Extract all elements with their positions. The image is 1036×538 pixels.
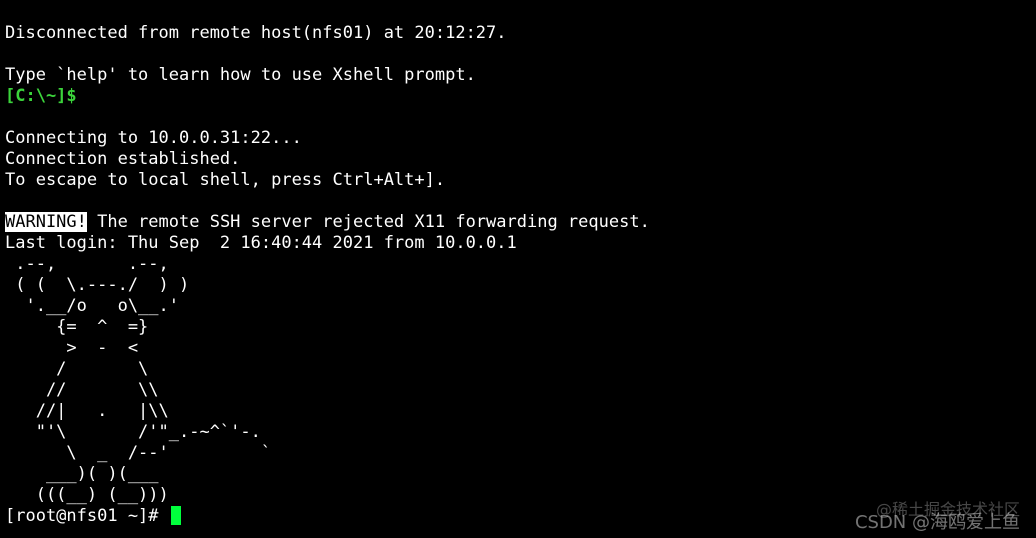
- ascii-art-line: "'\ /'"_.-~^`'-.: [5, 422, 261, 442]
- ascii-art-line: '.__/o o\__.': [5, 296, 179, 316]
- connection-established-message: Connection established.: [5, 149, 241, 169]
- disconnect-message: Disconnected from remote host(nfs01) at …: [5, 23, 507, 43]
- text-cursor: [170, 506, 181, 525]
- escape-hint-message: To escape to local shell, press Ctrl+Alt…: [5, 170, 446, 190]
- ascii-art-line: {= ^ =}: [5, 317, 149, 337]
- warning-line: WARNING! The remote SSH server rejected …: [5, 212, 1036, 233]
- ascii-art-line: //| . |\\: [5, 401, 169, 421]
- ascii-art-line: // \\: [5, 380, 159, 400]
- ascii-art-line: .--, .--,: [5, 254, 169, 274]
- author-watermark: CSDN @海鸥爱上鱼: [854, 512, 1020, 533]
- warning-label: WARNING!: [5, 212, 87, 232]
- ascii-art-line: \ _ /--' `: [5, 443, 272, 463]
- help-message: Type `help' to learn how to use Xshell p…: [5, 65, 476, 85]
- ascii-art-line: ___)( )(___: [5, 464, 159, 484]
- terminal-window[interactable]: Disconnected from remote host(nfs01) at …: [0, 0, 1036, 538]
- ascii-art-line: / \: [5, 359, 149, 379]
- ascii-art-line: > - <: [5, 338, 139, 358]
- last-login-message: Last login: Thu Sep 2 16:40:44 2021 from…: [5, 233, 517, 253]
- remote-shell-prompt: [root@nfs01 ~]#: [5, 506, 169, 526]
- connecting-message: Connecting to 10.0.0.31:22...: [5, 128, 302, 148]
- warning-text: The remote SSH server rejected X11 forwa…: [86, 212, 650, 232]
- ascii-art-line: ( ( \.---./ ) ): [5, 275, 190, 295]
- local-shell-prompt: [C:\~]$: [5, 86, 77, 106]
